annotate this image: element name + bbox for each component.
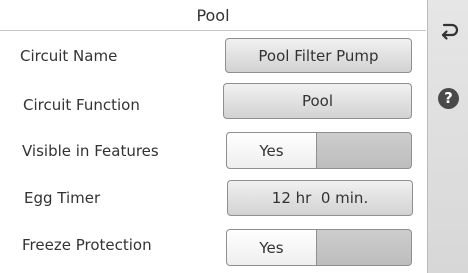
page-title: Pool [196, 6, 230, 25]
side-rail: ? [427, 0, 468, 273]
egg-timer-label: Egg Timer [24, 189, 101, 207]
freeze-protection-label: Freeze Protection [22, 236, 152, 254]
freeze-protection-toggle[interactable]: Yes [226, 229, 412, 266]
circuit-settings-screen: Pool Circuit Name Pool Filter Pump Circu… [0, 0, 468, 273]
freeze-protection-toggle-yes[interactable]: Yes [227, 230, 317, 265]
circuit-function-label: Circuit Function [23, 96, 140, 114]
visible-in-features-toggle-no[interactable] [317, 133, 411, 168]
help-button[interactable]: ? [432, 82, 465, 115]
visible-in-features-toggle[interactable]: Yes [226, 132, 412, 169]
circuit-name-label: Circuit Name [20, 47, 118, 65]
egg-timer-button[interactable]: 12 hr 0 min. [227, 180, 413, 216]
title-divider [0, 30, 426, 31]
circuit-function-button[interactable]: Pool [223, 83, 412, 119]
visible-in-features-label: Visible in Features [22, 142, 159, 160]
help-icon: ? [438, 88, 459, 109]
back-button[interactable] [432, 14, 465, 47]
visible-in-features-toggle-yes[interactable]: Yes [227, 133, 317, 168]
back-arrow-icon [441, 23, 458, 40]
freeze-protection-toggle-no[interactable] [317, 230, 411, 265]
circuit-name-button[interactable]: Pool Filter Pump [225, 38, 412, 73]
